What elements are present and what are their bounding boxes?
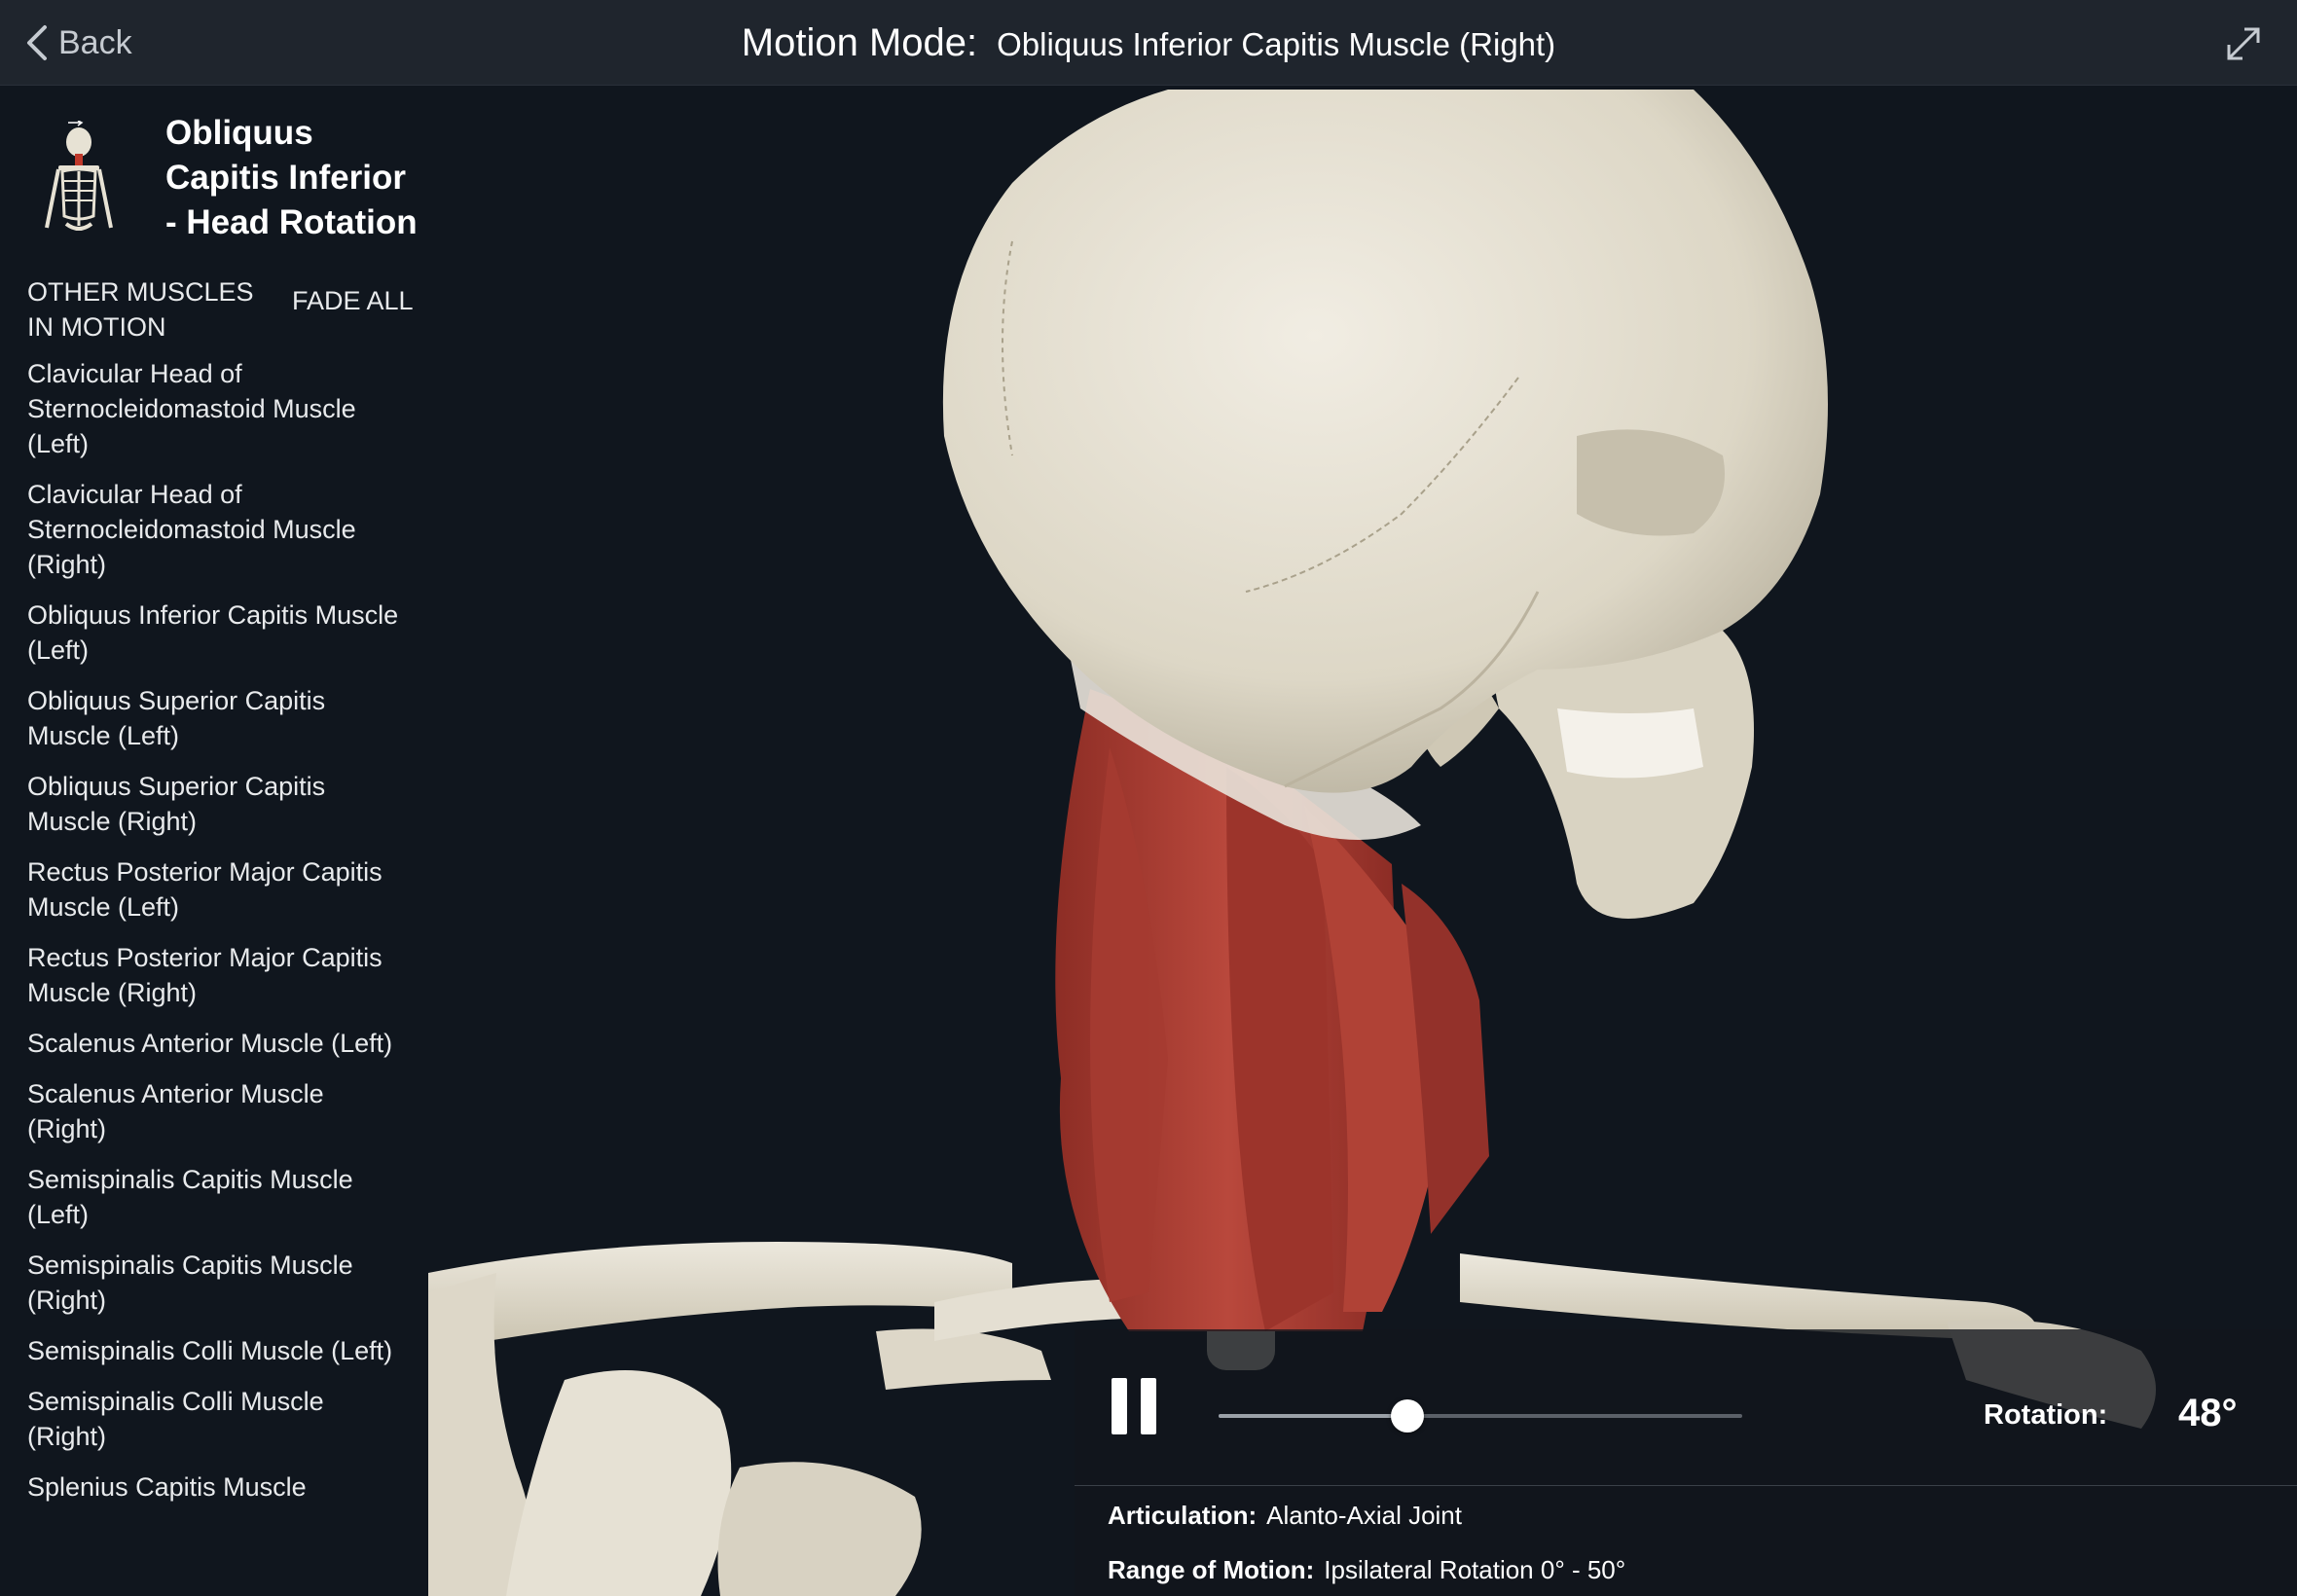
other-muscles-header: OTHER MUSCLES IN MOTION [27,277,254,342]
muscle-list-item[interactable]: Semispinalis Colli Muscle (Right) [27,1384,407,1454]
rotation-value: 48° [2178,1392,2238,1434]
motion-controls-panel: Rotation: 48° Articulation: Alanto-Axial … [1075,1329,2297,1596]
range-of-motion-row: Range of Motion: Ipsilateral Rotation 0° … [1108,1555,1625,1585]
pause-icon [1112,1378,1127,1434]
pause-button[interactable] [1112,1378,1156,1434]
page-title: Motion Mode: Obliquus Inferior Capitis M… [0,0,2297,86]
selected-muscle-name: Obliquus Inferior Capitis Muscle (Right) [997,26,1556,62]
fade-all-button[interactable]: FADE ALL [292,286,414,316]
articulation-row: Articulation: Alanto-Axial Joint [1108,1501,1462,1531]
muscle-list-item[interactable]: Rectus Posterior Major Capitis Muscle (L… [27,854,407,925]
pause-icon-bar [1141,1378,1156,1434]
skeleton-thumbnail-icon [45,121,113,231]
rotation-slider-thumb[interactable] [1390,1399,1424,1433]
range-of-motion-value: Ipsilateral Rotation 0° - 50° [1324,1555,1626,1584]
muscle-list-item[interactable]: Semispinalis Capitis Muscle (Left) [27,1162,407,1232]
expand-button[interactable] [2223,23,2264,64]
rotation-slider-fill [1219,1414,1407,1418]
muscle-list-item[interactable]: Scalenus Anterior Muscle (Left) [27,1026,407,1061]
back-button[interactable]: Back [23,19,132,66]
mode-label: Motion Mode: [741,20,978,64]
rotation-slider[interactable] [1219,1399,1742,1433]
divider [1075,1485,2297,1486]
articulation-value: Alanto-Axial Joint [1266,1501,1462,1530]
chevron-left-icon [27,25,47,60]
muscle-list: Clavicular Head of Sternocleidomastoid M… [27,356,407,1520]
muscle-list-item[interactable]: Obliquus Superior Capitis Muscle (Left) [27,683,407,753]
muscle-list-item[interactable]: Semispinalis Capitis Muscle (Right) [27,1248,407,1318]
muscle-list-item[interactable]: Splenius Capitis Muscle [27,1469,407,1505]
rotation-label: Rotation: [1984,1399,2108,1431]
expand-icon [2227,27,2260,60]
sidebar: Obliquus Capitis Inferior - Head Rotatio… [0,86,428,1596]
back-label: Back [58,23,132,61]
motion-title: Obliquus Capitis Inferior - Head Rotatio… [165,114,418,241]
top-bar: Back Motion Mode: Obliquus Inferior Capi… [0,0,2297,86]
muscle-list-item[interactable]: Clavicular Head of Sternocleidomastoid M… [27,356,407,461]
muscle-list-item[interactable]: Rectus Posterior Major Capitis Muscle (R… [27,940,407,1010]
muscle-list-item[interactable]: Obliquus Superior Capitis Muscle (Right) [27,769,407,839]
articulation-label: Articulation: [1108,1501,1258,1530]
muscle-list-item[interactable]: Obliquus Inferior Capitis Muscle (Left) [27,598,407,668]
muscle-list-item[interactable]: Clavicular Head of Sternocleidomastoid M… [27,477,407,582]
muscle-list-item[interactable]: Scalenus Anterior Muscle (Right) [27,1076,407,1146]
range-of-motion-label: Range of Motion: [1108,1555,1315,1584]
muscle-list-item[interactable]: Semispinalis Colli Muscle (Left) [27,1333,407,1368]
